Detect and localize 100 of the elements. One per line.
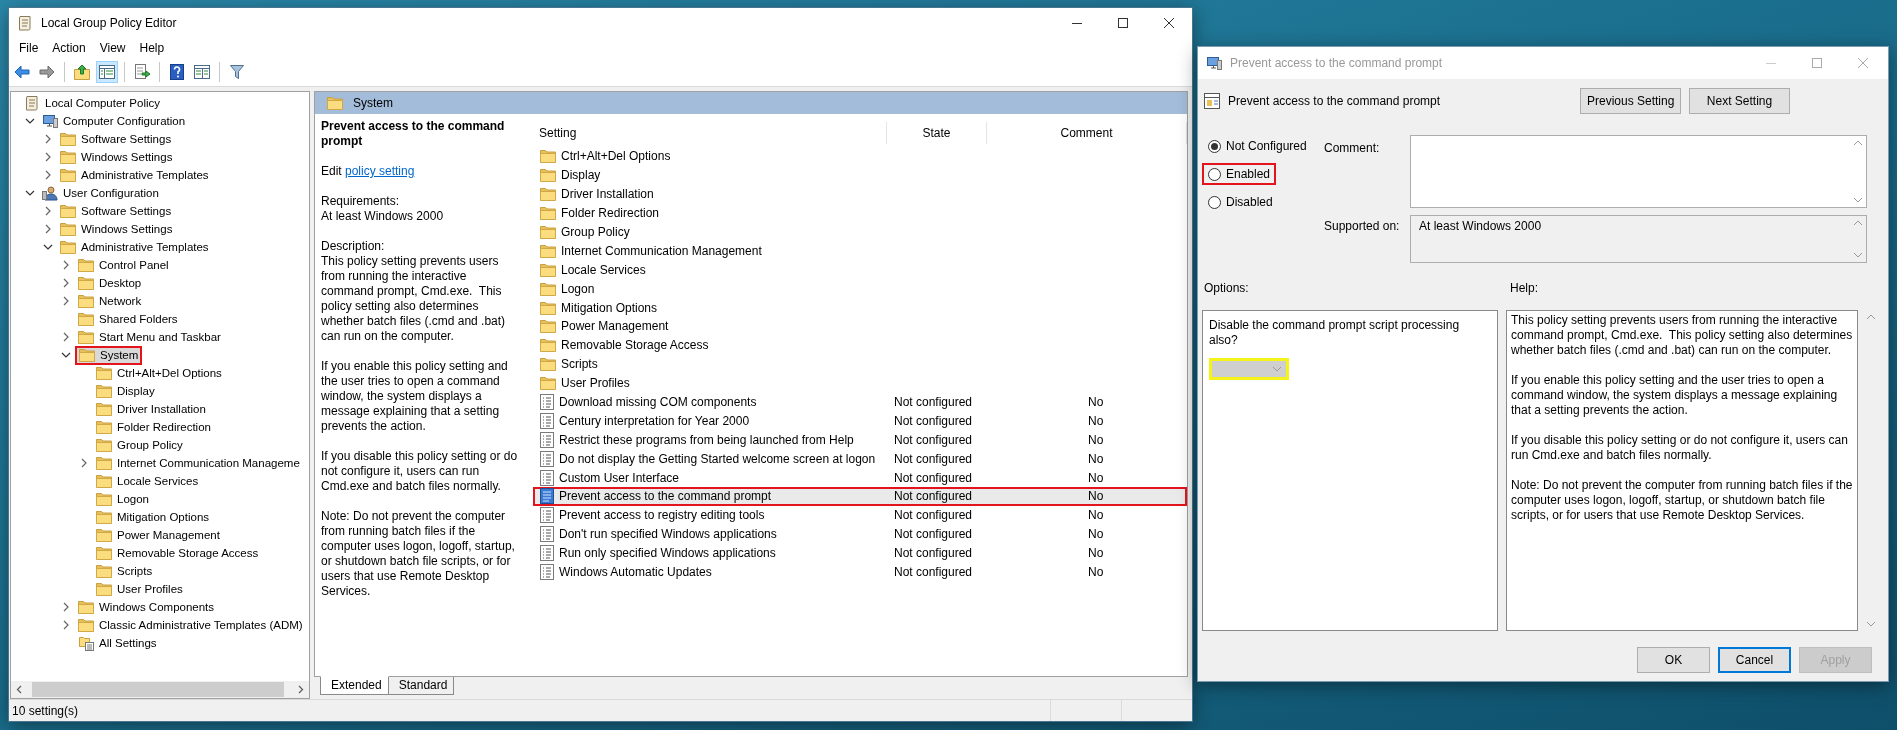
radio-icon[interactable] bbox=[1208, 195, 1221, 209]
tree-item[interactable]: All Settings bbox=[75, 634, 160, 652]
tree-item[interactable]: Folder Redirection bbox=[93, 418, 214, 436]
tree-item[interactable]: Windows Settings bbox=[57, 220, 176, 238]
chevron-down-icon[interactable] bbox=[25, 117, 35, 125]
list-row[interactable]: Restrict these programs from being launched from Help Not configured No bbox=[533, 430, 1187, 450]
nav-button[interactable]: Next Setting bbox=[1689, 88, 1790, 114]
chevron-right-icon[interactable] bbox=[62, 602, 70, 612]
menu-item[interactable]: Help bbox=[132, 39, 172, 57]
list-row[interactable]: Removable Storage Access bbox=[533, 335, 1187, 355]
scroll-down-icon bbox=[1866, 621, 1876, 627]
list-row[interactable]: Locale Services bbox=[533, 260, 1187, 280]
tree-item[interactable]: Group Policy bbox=[93, 436, 186, 454]
chevron-right-icon[interactable] bbox=[62, 278, 70, 288]
list-row[interactable]: Logon bbox=[533, 279, 1187, 299]
radio-icon[interactable] bbox=[1208, 139, 1221, 153]
list-row[interactable]: Display bbox=[533, 165, 1187, 185]
chevron-down-icon[interactable] bbox=[61, 351, 71, 359]
chevron-right-icon[interactable] bbox=[44, 206, 52, 216]
list-row[interactable]: Mitigation Options bbox=[533, 298, 1187, 317]
policy-icon bbox=[540, 526, 554, 543]
tree-item[interactable]: Ctrl+Alt+Del Options bbox=[93, 364, 225, 382]
radio-button[interactable]: Enabled bbox=[1202, 163, 1277, 185]
chevron-right-icon[interactable] bbox=[62, 296, 70, 306]
tree-item[interactable]: Driver Installation bbox=[93, 400, 209, 418]
setting-name: Display bbox=[561, 168, 601, 183]
chevron-right-icon[interactable] bbox=[44, 224, 52, 234]
list-row[interactable]: Scripts bbox=[533, 354, 1187, 374]
tree-item[interactable]: Logon bbox=[93, 490, 152, 508]
list-row[interactable]: Driver Installation bbox=[533, 184, 1187, 204]
chevron-right-icon[interactable] bbox=[44, 152, 52, 162]
list-row[interactable]: Group Policy bbox=[533, 222, 1187, 242]
column-header[interactable]: State bbox=[887, 122, 987, 144]
list-row[interactable]: Internet Communication Management bbox=[533, 241, 1187, 261]
chevron-right-icon[interactable] bbox=[44, 134, 52, 144]
radio-icon[interactable] bbox=[1208, 167, 1221, 181]
tree-item[interactable]: Local Computer Policy bbox=[21, 94, 164, 112]
list-row[interactable]: Folder Redirection bbox=[533, 203, 1187, 223]
list-row[interactable]: Don't run specified Windows applications Not configured No bbox=[533, 524, 1187, 544]
menu-item[interactable]: File bbox=[12, 39, 46, 57]
column-header[interactable]: Comment bbox=[987, 122, 1187, 144]
tree-item[interactable]: Computer Configuration bbox=[39, 112, 189, 130]
tree-item[interactable]: Display bbox=[93, 382, 158, 400]
list-row[interactable]: User Profiles bbox=[533, 373, 1187, 393]
list-row[interactable]: Run only specified Windows applications Not configured No bbox=[533, 543, 1187, 563]
view-tab[interactable]: Extended bbox=[320, 676, 389, 695]
tree-item[interactable]: User Profiles bbox=[93, 580, 186, 598]
tree-item[interactable]: Power Management bbox=[93, 526, 223, 544]
dialog-button[interactable]: OK bbox=[1637, 647, 1710, 673]
list-row[interactable]: Custom User Interface Not configured No bbox=[533, 468, 1187, 488]
chevron-down-icon[interactable] bbox=[43, 243, 53, 251]
toolbar-button[interactable] bbox=[96, 61, 118, 83]
chevron-right-icon[interactable] bbox=[62, 260, 70, 270]
menu-item[interactable]: View bbox=[92, 39, 133, 57]
nav-button[interactable]: Previous Setting bbox=[1580, 88, 1681, 114]
tree-item[interactable]: User Configuration bbox=[39, 184, 162, 202]
chevron-right-icon[interactable] bbox=[62, 332, 70, 342]
dialog-button[interactable]: Cancel bbox=[1718, 647, 1791, 673]
comment-field[interactable] bbox=[1410, 135, 1867, 208]
status-text: 10 setting(s) bbox=[11, 703, 80, 718]
list-row[interactable]: Do not display the Getting Started welcome screen at logon Not configured No bbox=[533, 449, 1187, 469]
view-tab[interactable]: Standard bbox=[387, 677, 455, 695]
list-row[interactable]: Download missing COM components Not configured No bbox=[533, 392, 1187, 412]
folder-icon bbox=[540, 225, 556, 239]
description-paragraph: This policy setting prevents users from running the interactive command prompt, Cmd.exe. This policy setting also determines whether batch files (.cmd and .bat) can run on the computer. bbox=[321, 254, 507, 344]
tree-item[interactable]: Windows Components bbox=[75, 598, 218, 616]
tree-item[interactable]: Administrative Templates bbox=[57, 166, 212, 184]
chevron-down-icon[interactable] bbox=[25, 189, 35, 197]
tree-item[interactable]: System bbox=[75, 345, 143, 365]
list-row[interactable]: Power Management bbox=[533, 317, 1187, 336]
chevron-right-icon[interactable] bbox=[62, 620, 70, 630]
radio-button[interactable]: Not Configured bbox=[1202, 135, 1313, 157]
menu-item[interactable]: Action bbox=[45, 39, 93, 57]
close-icon bbox=[1858, 58, 1868, 68]
tree-item[interactable]: Locale Services bbox=[93, 472, 202, 490]
column-header[interactable]: Setting bbox=[533, 122, 887, 144]
tree-item[interactable]: Classic Administrative Templates (ADM) bbox=[75, 616, 306, 634]
tree-item[interactable]: Control Panel bbox=[75, 256, 172, 274]
tree-item[interactable]: Internet Communication Manageme bbox=[93, 454, 303, 472]
list-row[interactable]: Prevent access to registry editing tools Not configured No bbox=[533, 505, 1187, 525]
list-row[interactable]: Ctrl+Alt+Del Options bbox=[533, 147, 1187, 166]
chevron-right-icon[interactable] bbox=[44, 170, 52, 180]
tree-item[interactable]: Windows Settings bbox=[57, 148, 176, 166]
tree-item[interactable]: Removable Storage Access bbox=[93, 544, 262, 562]
radio-button[interactable]: Disabled bbox=[1202, 191, 1279, 213]
tree-item[interactable]: Software Settings bbox=[57, 202, 175, 220]
list-row[interactable]: Prevent access to the command prompt Not configured No bbox=[533, 487, 1187, 506]
tree-item[interactable]: Shared Folders bbox=[75, 310, 181, 328]
tree-item[interactable]: Administrative Templates bbox=[57, 238, 212, 256]
chevron-right-icon[interactable] bbox=[80, 458, 88, 468]
policy-setting-link[interactable]: policy setting bbox=[345, 164, 415, 178]
horizontal-scrollbar[interactable] bbox=[11, 681, 309, 698]
tree-item[interactable]: Start Menu and Taskbar bbox=[75, 328, 224, 346]
list-row[interactable]: Windows Automatic Updates Not configured No bbox=[533, 562, 1187, 582]
tree-item[interactable]: Software Settings bbox=[57, 130, 175, 148]
list-row[interactable]: Century interpretation for Year 2000 Not configured No bbox=[533, 411, 1187, 431]
tree-item[interactable]: Desktop bbox=[75, 274, 145, 292]
tree-item[interactable]: Network bbox=[75, 292, 145, 310]
tree-item[interactable]: Mitigation Options bbox=[93, 508, 213, 526]
tree-item[interactable]: Scripts bbox=[93, 562, 156, 580]
